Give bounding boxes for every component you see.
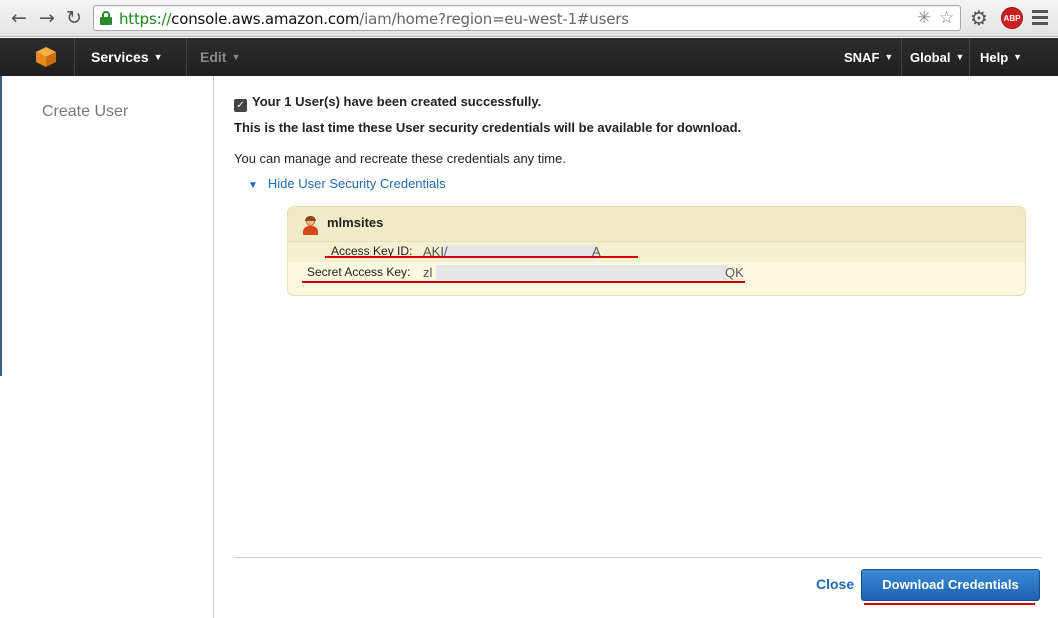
forward-icon[interactable]: → — [36, 7, 58, 29]
secret-key-value-start[interactable]: zl — [423, 265, 432, 280]
help-menu[interactable]: Help ▼ — [980, 50, 1022, 65]
hide-credentials-link[interactable]: ▼ Hide User Security Credentials — [248, 176, 446, 191]
account-menu[interactable]: SNAF ▼ — [844, 50, 893, 65]
close-link[interactable]: Close — [816, 576, 854, 592]
url-text: https://console.aws.amazon.com/iam/home?… — [119, 10, 629, 28]
aws-console-header: Services ▼ Edit ▼ SNAF ▼ Global ▼ Help ▼ — [0, 38, 1058, 76]
user-icon — [303, 216, 318, 235]
bookmark-star-icon[interactable]: ☆ — [939, 9, 954, 27]
chevron-down-icon: ▼ — [1013, 52, 1023, 62]
username: mlmsites — [327, 215, 384, 230]
chevron-down-icon: ▼ — [884, 52, 894, 62]
lock-icon — [100, 11, 112, 25]
success-message: ✓ Your 1 User(s) have been created succes… — [234, 94, 541, 112]
address-bar[interactable]: https://console.aws.amazon.com/iam/home?… — [93, 5, 961, 31]
credentials-header: mlmsites — [288, 207, 1025, 242]
footer-divider — [234, 557, 1042, 558]
back-icon[interactable]: ← — [8, 7, 30, 29]
chevron-down-icon: ▼ — [231, 52, 241, 62]
gear-icon[interactable]: ⚙ — [970, 6, 988, 30]
wizard-sidebar: Create User — [0, 76, 214, 618]
edit-menu[interactable]: Edit ▼ — [200, 49, 240, 65]
region-menu[interactable]: Global ▼ — [910, 50, 964, 65]
annotation-underline — [864, 603, 1035, 605]
manage-message: You can manage and recreate these creden… — [234, 151, 566, 166]
annotation-underline — [302, 281, 745, 283]
browser-toolbar: ← → ↻ https://console.aws.amazon.com/iam… — [0, 0, 1058, 37]
checkbox-icon: ✓ — [234, 99, 247, 112]
chevron-down-icon: ▼ — [153, 52, 163, 62]
reload-icon[interactable]: ↻ — [63, 7, 85, 29]
chevron-down-icon: ▼ — [955, 52, 965, 62]
aws-cube-icon[interactable] — [35, 46, 57, 68]
page-action-icon[interactable]: ✳ — [917, 9, 931, 27]
adblock-icon[interactable]: ABP — [1001, 7, 1023, 29]
warning-message: This is the last time these User securit… — [234, 120, 742, 135]
triangle-down-icon: ▼ — [248, 180, 258, 191]
services-menu[interactable]: Services ▼ — [91, 49, 163, 65]
menu-icon[interactable] — [1032, 10, 1048, 28]
secret-key-label: Secret Access Key: — [307, 265, 411, 279]
sidebar-title: Create User — [42, 103, 129, 120]
secret-key-value-end[interactable]: QK — [725, 265, 744, 280]
annotation-underline — [325, 256, 638, 258]
redacted-secret-key — [436, 265, 728, 280]
download-credentials-button[interactable]: Download Credentials — [861, 569, 1040, 601]
